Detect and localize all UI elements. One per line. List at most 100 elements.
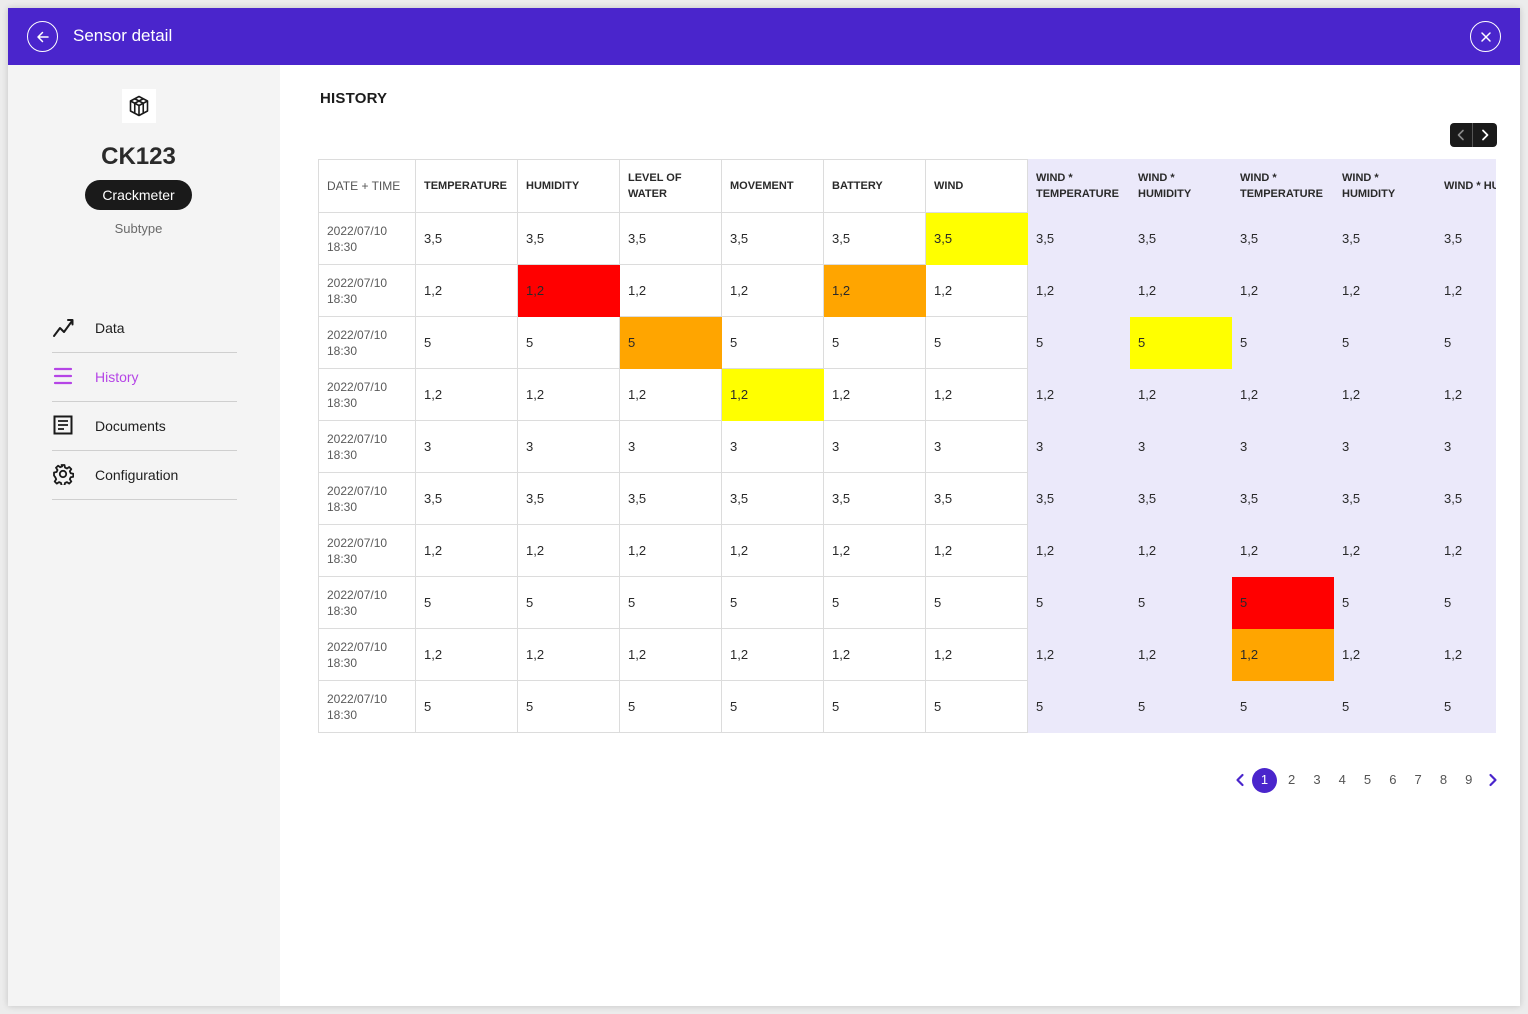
sidebar-item-data[interactable]: Data bbox=[52, 304, 237, 353]
page-number-button[interactable]: 2 bbox=[1279, 768, 1304, 792]
value-cell: 3,5 bbox=[619, 212, 722, 265]
date-text: 2022/07/10 bbox=[327, 483, 388, 498]
chevron-right-icon bbox=[1481, 129, 1488, 141]
column-header: LEVEL OF WATER bbox=[619, 159, 722, 213]
table-row[interactable]: 2022/07/10 18:30 5 5 5 5 5 5 5 5 5 5 5 bbox=[318, 680, 1496, 733]
next-page-button[interactable] bbox=[1481, 768, 1505, 792]
value-cell: 1,2 bbox=[619, 368, 722, 421]
value-cell: 5 bbox=[415, 316, 518, 369]
scroll-right-button[interactable] bbox=[1473, 123, 1496, 147]
value-cell: 1,2 bbox=[721, 628, 824, 681]
date-time-cell: 2022/07/10 18:30 bbox=[318, 472, 416, 525]
value-cell: 1,2 bbox=[823, 524, 926, 577]
sidebar-item-configuration[interactable]: Configuration bbox=[52, 451, 237, 500]
value-cell: 1,2 bbox=[925, 264, 1028, 317]
chevron-right-icon bbox=[1489, 773, 1497, 787]
value-cell: 3,5 bbox=[1027, 472, 1130, 525]
value-cell: 5 bbox=[1435, 316, 1496, 369]
value-cell: 3,5 bbox=[415, 472, 518, 525]
value-cell: 5 bbox=[1435, 680, 1496, 733]
column-header: WIND * TEMPERATURE bbox=[1027, 159, 1130, 213]
page-number-button[interactable]: 6 bbox=[1380, 768, 1405, 792]
table-row[interactable]: 2022/07/10 18:30 1,2 1,2 1,2 1,2 1,2 1,2 1,2 1,2 1… bbox=[318, 264, 1496, 317]
sensor-type-badge: Crackmeter bbox=[85, 180, 192, 210]
time-text: 18:30 bbox=[327, 239, 358, 254]
date-time-cell: 2022/07/10 18:30 bbox=[318, 264, 416, 317]
value-cell: 3,5 bbox=[1129, 472, 1232, 525]
table-row[interactable]: 2022/07/10 18:30 3,5 3,5 3,5 3,5 3,5 3,5 3,5 3,5 3… bbox=[318, 472, 1496, 525]
time-text: 18:30 bbox=[327, 551, 358, 566]
sidebar-item-label: Documents bbox=[95, 418, 166, 434]
column-header: MOVEMENT bbox=[721, 159, 824, 213]
value-cell: 5 bbox=[823, 680, 926, 733]
history-table-container[interactable]: DATE + TIME TEMPERATURE HUMIDITY LEVEL OF W… bbox=[318, 159, 1496, 741]
value-cell: 5 bbox=[1333, 576, 1436, 629]
scroll-left-button[interactable] bbox=[1450, 123, 1473, 147]
value-cell: 3,5 bbox=[1435, 472, 1496, 525]
value-cell: 1,2 bbox=[1333, 368, 1436, 421]
value-cell: 1,2 bbox=[1129, 524, 1232, 577]
value-cell: 5 bbox=[1027, 576, 1130, 629]
date-time-cell: 2022/07/10 18:30 bbox=[318, 316, 416, 369]
table-row[interactable]: 2022/07/10 18:30 5 5 5 5 5 5 5 5 5 5 5 bbox=[318, 316, 1496, 369]
value-cell: 3,5 bbox=[1231, 472, 1334, 525]
value-cell: 3,5 bbox=[517, 212, 620, 265]
value-cell: 5 bbox=[925, 680, 1028, 733]
page-number-button[interactable]: 8 bbox=[1431, 768, 1456, 792]
document-icon bbox=[52, 414, 74, 436]
value-cell: 3,5 bbox=[721, 472, 824, 525]
value-cell: 5 bbox=[517, 576, 620, 629]
date-time-cell: 2022/07/10 18:30 bbox=[318, 524, 416, 577]
time-text: 18:30 bbox=[327, 291, 358, 306]
table-row[interactable]: 2022/07/10 18:30 1,2 1,2 1,2 1,2 1,2 1,2 1,2 1,2 1… bbox=[318, 368, 1496, 421]
value-cell-warning: 5 bbox=[1129, 316, 1232, 369]
column-header-date: DATE + TIME bbox=[318, 159, 416, 213]
time-text: 18:30 bbox=[327, 603, 358, 618]
value-cell: 1,2 bbox=[721, 264, 824, 317]
value-cell: 1,2 bbox=[1435, 524, 1496, 577]
value-cell: 3,5 bbox=[1333, 212, 1436, 265]
close-button[interactable] bbox=[1470, 21, 1501, 52]
previous-page-button[interactable] bbox=[1228, 768, 1252, 792]
page-number-button[interactable]: 3 bbox=[1304, 768, 1329, 792]
time-text: 18:30 bbox=[327, 395, 358, 410]
date-time-cell: 2022/07/10 18:30 bbox=[318, 628, 416, 681]
value-cell: 5 bbox=[721, 316, 824, 369]
value-cell: 3,5 bbox=[1231, 212, 1334, 265]
value-cell: 3,5 bbox=[415, 212, 518, 265]
value-cell: 3 bbox=[721, 420, 824, 473]
back-button[interactable] bbox=[27, 21, 58, 52]
value-cell: 1,2 bbox=[415, 368, 518, 421]
sidebar-item-documents[interactable]: Documents bbox=[52, 402, 237, 451]
table-row[interactable]: 2022/07/10 18:30 3 3 3 3 3 3 3 3 3 3 3 bbox=[318, 420, 1496, 473]
page-number-button[interactable]: 5 bbox=[1355, 768, 1380, 792]
value-cell: 1,2 bbox=[1129, 628, 1232, 681]
page-number-button[interactable]: 9 bbox=[1456, 768, 1481, 792]
date-text: 2022/07/10 bbox=[327, 223, 388, 238]
value-cell: 3 bbox=[1435, 420, 1496, 473]
value-cell-alert: 1,2 bbox=[1231, 628, 1334, 681]
value-cell: 5 bbox=[1333, 316, 1436, 369]
value-cell: 1,2 bbox=[1435, 264, 1496, 317]
sidebar-item-label: Data bbox=[95, 320, 125, 336]
chart-line-icon bbox=[52, 316, 74, 338]
table-row[interactable]: 2022/07/10 18:30 5 5 5 5 5 5 5 5 5 5 5 bbox=[318, 576, 1496, 629]
column-header: TEMPERATURE bbox=[415, 159, 518, 213]
sidebar-item-history[interactable]: History bbox=[52, 353, 237, 402]
value-cell: 1,2 bbox=[1129, 264, 1232, 317]
value-cell: 1,2 bbox=[517, 524, 620, 577]
value-cell: 3,5 bbox=[619, 472, 722, 525]
page-number-button[interactable]: 1 bbox=[1252, 767, 1277, 793]
value-cell: 5 bbox=[1333, 680, 1436, 733]
table-row[interactable]: 2022/07/10 18:30 1,2 1,2 1,2 1,2 1,2 1,2 1,2 1,2 1… bbox=[318, 524, 1496, 577]
value-cell: 1,2 bbox=[1435, 368, 1496, 421]
table-row[interactable]: 2022/07/10 18:30 1,2 1,2 1,2 1,2 1,2 1,2 1,2 1,2 1… bbox=[318, 628, 1496, 681]
sidebar: CK123 Crackmeter Subtype Data History Do… bbox=[8, 65, 280, 1006]
column-header: WIND * HUMIDITY bbox=[1435, 159, 1496, 213]
value-cell: 1,2 bbox=[823, 628, 926, 681]
page-number-button[interactable]: 4 bbox=[1330, 768, 1355, 792]
page-number-button[interactable]: 7 bbox=[1405, 768, 1430, 792]
date-time-cell: 2022/07/10 18:30 bbox=[318, 420, 416, 473]
table-row[interactable]: 2022/07/10 18:30 3,5 3,5 3,5 3,5 3,5 3,5 3,5 3,5 3… bbox=[318, 212, 1496, 265]
value-cell: 1,2 bbox=[925, 628, 1028, 681]
